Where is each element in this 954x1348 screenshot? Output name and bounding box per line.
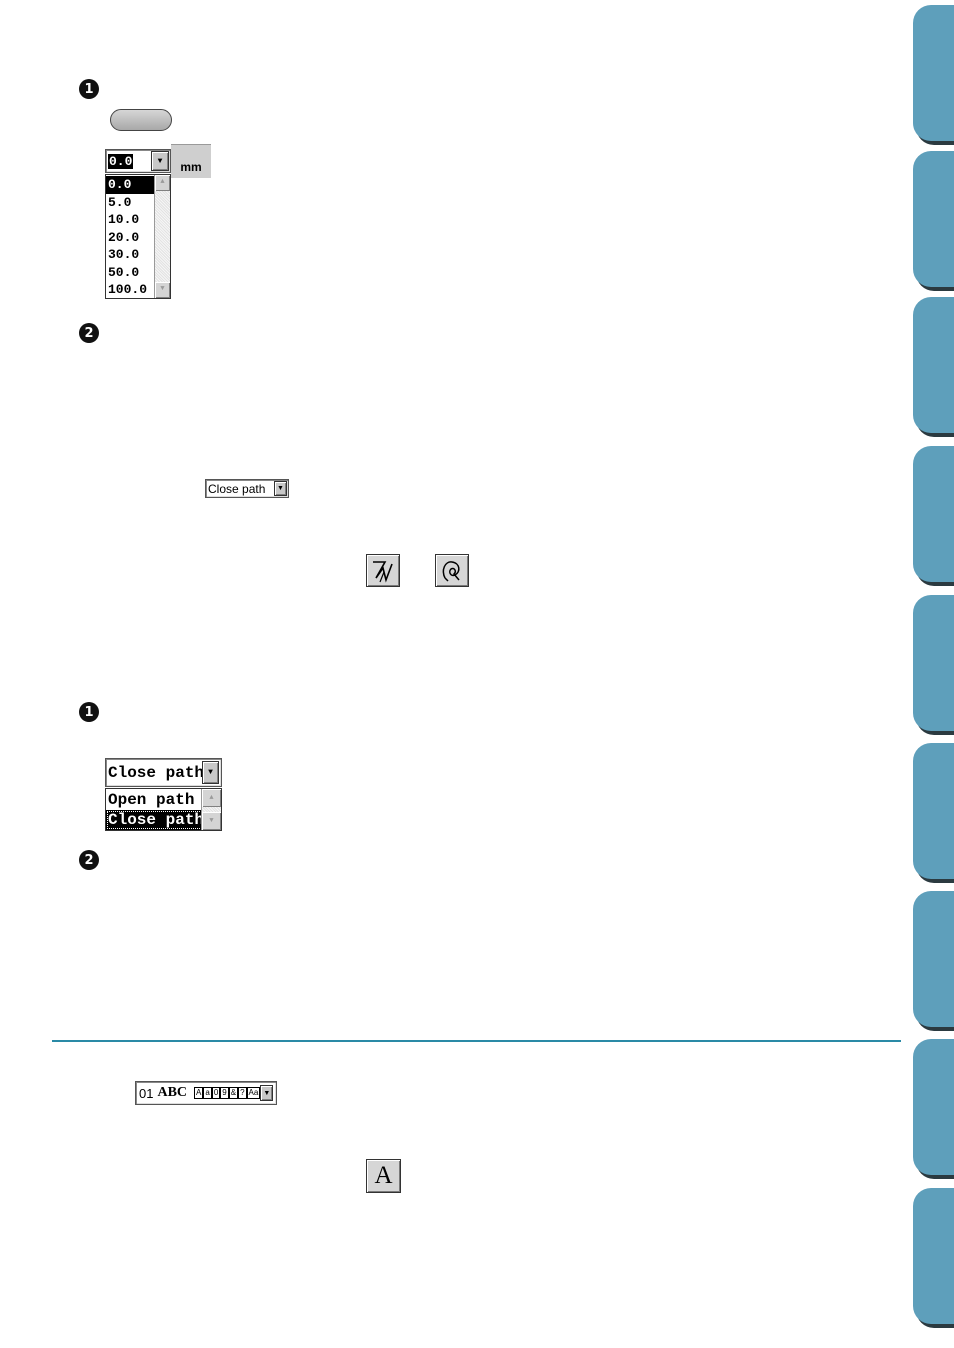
path-selector-value: Close path	[208, 481, 266, 496]
side-tab-2[interactable]	[913, 151, 954, 287]
open-path-tool-button[interactable]	[366, 554, 400, 587]
side-tab-6[interactable]	[913, 743, 954, 879]
badge: &	[228, 1087, 239, 1099]
close-path-tool-button[interactable]	[435, 554, 469, 587]
section-divider	[52, 1040, 901, 1042]
side-tab-4[interactable]	[913, 446, 954, 582]
side-tab-7[interactable]	[913, 891, 954, 1027]
path-listbox[interactable]: Open path Close path ▲ ▼	[105, 788, 222, 831]
step-1-marker: 1	[79, 79, 99, 99]
chevron-down-icon[interactable]: ▼	[202, 761, 219, 784]
offset-combo[interactable]: 0.0 ▼	[105, 149, 171, 173]
scroll-up-icon[interactable]: ▲	[155, 175, 170, 191]
offset-current-value: 0.0	[108, 153, 134, 169]
scroll-up-icon[interactable]: ▲	[202, 789, 221, 807]
side-tab-9[interactable]	[913, 1188, 954, 1324]
badge: 9	[220, 1087, 229, 1099]
scroll-down-icon[interactable]: ▼	[155, 282, 170, 298]
chevron-down-icon[interactable]: ▼	[260, 1085, 274, 1101]
path-combo-large[interactable]: Close path ▼	[105, 758, 222, 787]
chevron-down-icon[interactable]: ▼	[274, 481, 287, 496]
side-tab-5[interactable]	[913, 595, 954, 731]
side-tab-8[interactable]	[913, 1039, 954, 1175]
side-tab-1[interactable]	[913, 5, 954, 141]
badge: A	[194, 1087, 204, 1099]
path-scrollbar[interactable]: ▲ ▼	[201, 789, 221, 830]
badge: ?	[238, 1087, 247, 1099]
close-path-icon	[442, 560, 460, 582]
font-sample: ABC	[157, 1085, 188, 1100]
side-tab-3[interactable]	[913, 297, 954, 433]
scroll-down-icon[interactable]: ▼	[202, 812, 221, 830]
step-2-marker: 2	[79, 850, 99, 870]
path-selector-small[interactable]: Close path ▼	[205, 479, 289, 498]
path-combo-value: Close path	[108, 763, 202, 782]
step-1-marker: 1	[79, 702, 99, 722]
unit-label: mm	[171, 144, 211, 178]
step-2-marker: 2	[79, 323, 99, 343]
open-path-icon	[373, 560, 393, 583]
font-number: 01	[139, 1085, 154, 1101]
badge: Aa	[246, 1087, 261, 1099]
chevron-down-icon[interactable]: ▼	[151, 151, 169, 171]
badge: a	[203, 1087, 212, 1099]
offset-scrollbar[interactable]: ▲ ▼	[154, 175, 170, 298]
font-charset-badges: A a 0 9 & ? Aa	[194, 1087, 261, 1099]
offset-listbox[interactable]: 0.0 5.0 10.0 20.0 30.0 50.0 100.0 ▲ ▼	[105, 174, 171, 299]
pill-button[interactable]	[110, 109, 172, 131]
text-a-icon: A	[374, 1162, 393, 1189]
text-tool-button[interactable]: A	[366, 1159, 401, 1193]
font-selector[interactable]: 01 ABC A a 0 9 & ? Aa ▼	[135, 1081, 277, 1105]
badge: 0	[211, 1087, 221, 1099]
